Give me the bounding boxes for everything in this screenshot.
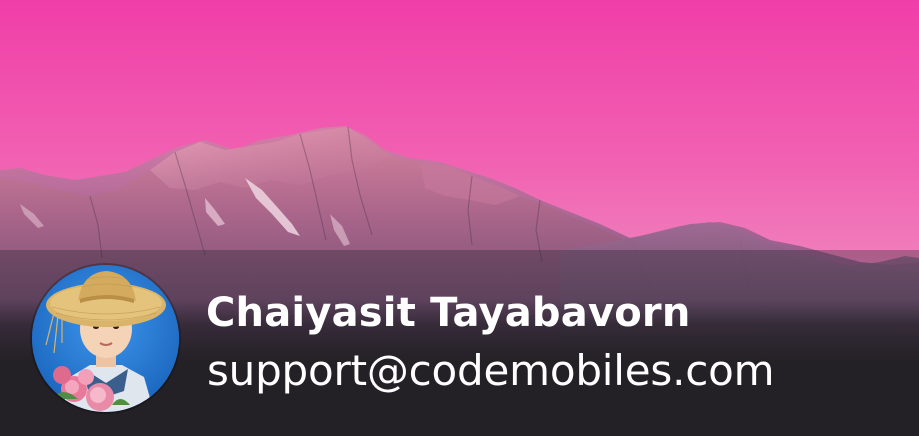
profile-avatar[interactable]: [32, 265, 179, 412]
profile-header: Chaiyasit Tayabavorn support@codemobiles…: [0, 0, 919, 436]
avatar-child-portrait: [32, 265, 179, 412]
profile-name: Chaiyasit Tayabavorn: [206, 290, 691, 336]
profile-email[interactable]: support@codemobiles.com: [207, 343, 775, 399]
